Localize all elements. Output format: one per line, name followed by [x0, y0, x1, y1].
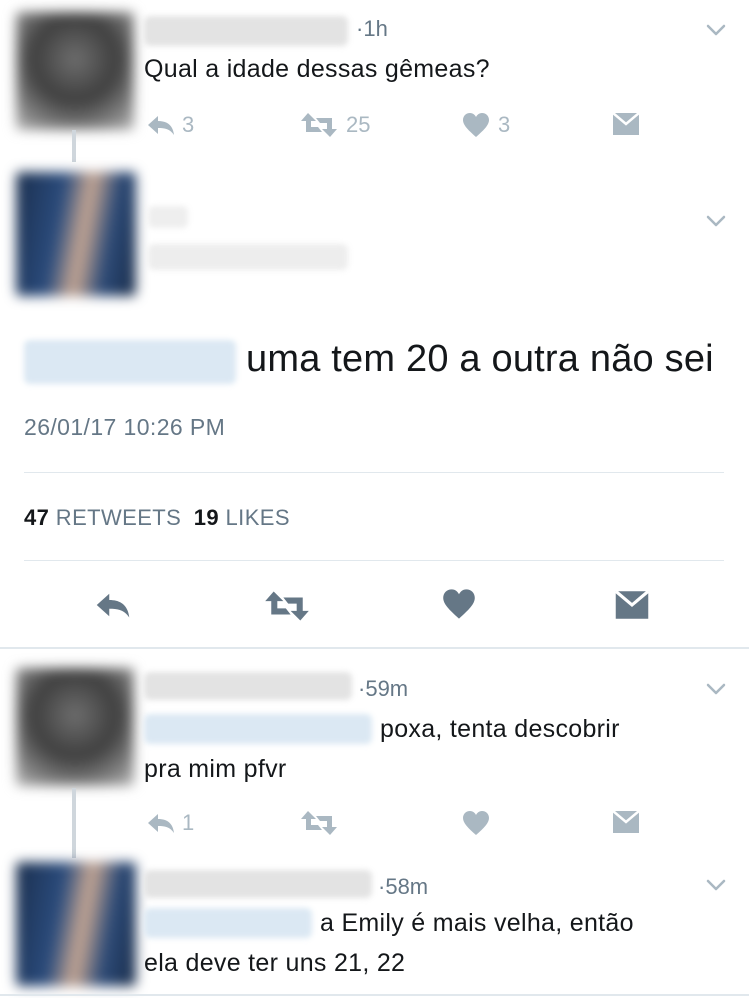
retweet-button[interactable]: 25 — [300, 112, 370, 138]
retweet-button[interactable] — [300, 810, 338, 836]
reply-button[interactable] — [94, 590, 132, 620]
direct-message-button[interactable] — [614, 590, 650, 620]
retweet-icon — [265, 591, 309, 621]
avatar[interactable] — [16, 172, 136, 296]
avatar[interactable] — [16, 668, 134, 786]
tweet-time: ·1h — [356, 16, 388, 41]
divider — [24, 472, 724, 473]
mention-blurred[interactable] — [24, 340, 236, 384]
likes-label[interactable]: LIKES — [226, 505, 290, 530]
chevron-down-icon[interactable] — [706, 24, 726, 36]
tweet-text-line2: pra mim pfvr — [144, 755, 287, 783]
reply-icon — [148, 814, 174, 833]
tweet-text-line1: a Emily é mais velha, então — [320, 909, 634, 937]
bottom-divider — [0, 994, 749, 996]
retweet-icon — [301, 113, 337, 137]
tweet-timestamp: 26/01/17 10:26 PM — [24, 414, 226, 440]
like-button[interactable]: 3 — [462, 112, 510, 138]
divider — [24, 560, 724, 561]
reply-icon — [96, 593, 130, 618]
tweet-text: uma tem 20 a outra não sei — [246, 338, 714, 380]
mention-blurred[interactable] — [144, 908, 312, 938]
username-blurred — [144, 672, 352, 700]
like-icon — [443, 589, 475, 619]
username-blurred — [148, 244, 348, 270]
retweets-label[interactable]: RETWEETS — [56, 505, 181, 530]
tweet-time: ·59m — [358, 676, 409, 701]
display-name-blurred — [148, 206, 188, 228]
direct-message-icon — [614, 590, 650, 619]
chevron-down-icon[interactable] — [706, 215, 726, 227]
retweet-button[interactable] — [264, 590, 310, 622]
like-icon — [463, 811, 489, 835]
direct-message-button[interactable] — [612, 112, 640, 136]
thread-line — [72, 130, 76, 162]
username-blurred — [144, 870, 372, 898]
tweet-text: Qual a idade dessas gêmeas? — [144, 55, 490, 83]
reply-button[interactable]: 1 — [146, 810, 194, 836]
thread-line — [72, 788, 76, 858]
chevron-down-icon[interactable] — [706, 683, 726, 695]
reply-button[interactable]: 3 — [146, 112, 194, 138]
tweet-stats: 47 RETWEETS 19 LIKES — [24, 505, 290, 531]
direct-message-icon — [612, 112, 640, 135]
avatar[interactable] — [16, 862, 136, 986]
section-divider — [0, 647, 749, 649]
direct-message-button[interactable] — [612, 810, 640, 834]
chevron-down-icon[interactable] — [706, 879, 726, 891]
reply-icon — [148, 116, 174, 135]
tweet-text-line1: poxa, tenta descobrir — [380, 715, 620, 743]
tweet-text-line2: ela deve ter uns 21, 22 — [144, 949, 406, 977]
like-button[interactable] — [462, 810, 490, 836]
retweets-count[interactable]: 47 — [24, 505, 49, 530]
mention-blurred[interactable] — [144, 714, 372, 744]
tweet-time: ·58m — [378, 874, 429, 899]
like-button[interactable] — [442, 588, 476, 620]
retweet-icon — [301, 811, 337, 835]
like-icon — [463, 113, 489, 137]
direct-message-icon — [612, 810, 640, 833]
username-blurred — [144, 16, 348, 46]
likes-count[interactable]: 19 — [194, 505, 219, 530]
avatar[interactable] — [16, 12, 134, 130]
